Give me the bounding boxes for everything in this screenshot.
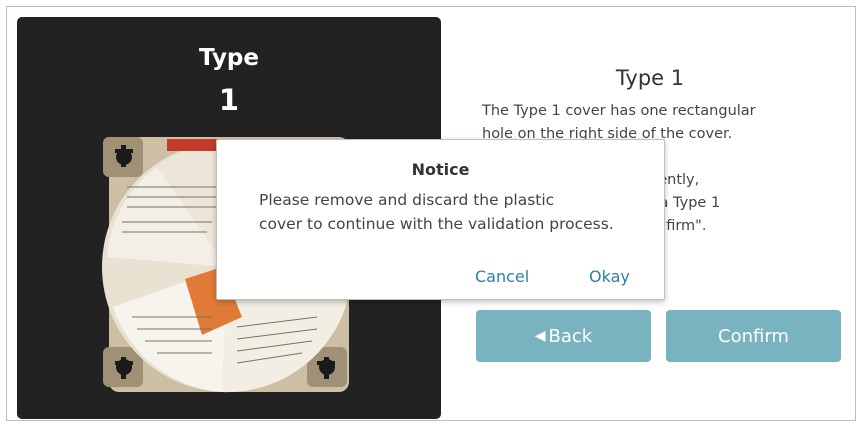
dialog-message: Please remove and discard the plastic co… (259, 188, 659, 236)
confirm-button-label: Confirm (718, 325, 789, 347)
dialog-message-line: Please remove and discard the plastic (259, 191, 555, 209)
type-info-title: Type 1 (615, 66, 685, 90)
description-line: The Type 1 cover has one rectangular (482, 103, 756, 119)
cancel-button[interactable]: Cancel (475, 267, 529, 286)
okay-button[interactable]: Okay (589, 267, 630, 286)
back-button-label: Back (548, 325, 593, 347)
confirm-button[interactable]: Confirm (666, 310, 841, 362)
triangle-left-icon: ◀ (534, 328, 546, 344)
notice-dialog: Notice Please remove and discard the pla… (216, 139, 665, 300)
back-button[interactable]: ◀ Back (476, 310, 651, 362)
dialog-message-line: cover to continue with the validation pr… (259, 215, 614, 233)
dialog-title: Notice (411, 160, 470, 179)
